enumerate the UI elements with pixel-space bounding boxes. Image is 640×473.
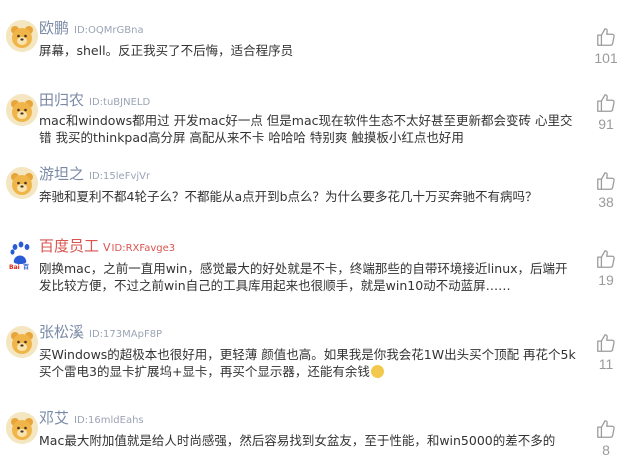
username[interactable]: 游坦之: [39, 165, 84, 183]
thumbs-up-icon[interactable]: [595, 418, 617, 440]
like-count: 11: [598, 356, 614, 372]
comment-text: 刚换mac，之前一直用win，感觉最大的好处就是不卡，终端那些的自带环境接近li…: [39, 261, 568, 293]
username[interactable]: 欧鹏: [39, 19, 69, 37]
like-button[interactable]: 101: [586, 26, 626, 66]
comment-header: 邓艾 ID:16mldEahs: [39, 408, 144, 428]
comment-item: 游坦之 ID:15leFvjVr 奔驰和夏利不都4轮子么？不都能从a点开到b点么？…: [0, 162, 640, 232]
thumbs-up-icon[interactable]: [595, 248, 617, 270]
bear-avatar-icon[interactable]: [6, 94, 38, 126]
comment-header: 百度员工 VID:RXFavge3: [39, 236, 175, 256]
comment-item: 田归农 ID:tuBJNELD mac和windows都用过 开发mac好一点 但…: [0, 82, 640, 162]
user-id: ID:15leFvjVr: [89, 171, 151, 182]
like-count: 101: [594, 50, 618, 66]
username[interactable]: 张松溪: [39, 323, 84, 341]
like-button[interactable]: 91: [586, 92, 626, 132]
smile-emoji-icon: [370, 365, 384, 378]
thumbs-up-icon[interactable]: [595, 170, 617, 192]
user-id: ID:173MApF8P: [89, 329, 163, 340]
user-id: ID:OQMrGBna: [74, 25, 144, 36]
user-id: ID:16mldEahs: [74, 415, 144, 426]
comment-text: Mac最大附加值就是给人时尚感强，然后容易找到女盆友，至于性能，和win5000…: [39, 433, 556, 448]
like-count: 38: [598, 194, 614, 210]
bear-avatar-icon[interactable]: [6, 326, 38, 358]
comment-item: 张松溪 ID:173MApF8P 买Windows的超极本也很好用，更轻薄 颜值也…: [0, 320, 640, 406]
user-id: ID:tuBJNELD: [89, 97, 151, 108]
comment-text-content: 买Windows的超极本也很好用，更轻薄 颜值也高。如果我是你我会花1W出头买个…: [39, 347, 576, 379]
bear-avatar-icon[interactable]: [6, 167, 38, 199]
bear-avatar-icon[interactable]: [6, 20, 38, 52]
like-button[interactable]: 19: [586, 248, 626, 288]
comment-header: 欧鹏 ID:OQMrGBna: [39, 18, 144, 38]
comment-item: 邓艾 ID:16mldEahs Mac最大附加值就是给人时尚感强，然后容易找到女盆…: [0, 406, 640, 473]
like-count: 19: [598, 272, 614, 288]
like-count: 91: [598, 116, 614, 132]
baidu-logo-icon[interactable]: Bai 百: [6, 238, 38, 270]
thumbs-up-icon[interactable]: [595, 92, 617, 114]
comment-text: 奔驰和夏利不都4轮子么？不都能从a点开到b点么？为什么要多花几十万买奔驰不有病吗…: [39, 189, 538, 204]
username[interactable]: 百度员工: [39, 237, 99, 255]
comment-header: 游坦之 ID:15leFvjVr: [39, 164, 150, 184]
username[interactable]: 邓艾: [39, 409, 69, 427]
svg-text:百: 百: [23, 263, 29, 270]
user-id: ID:RXFavge3: [111, 243, 176, 254]
comment-text: 屏幕，shell。反正我买了不后悔，适合程序员: [39, 43, 294, 58]
like-button[interactable]: 8: [586, 418, 626, 458]
username[interactable]: 田归农: [39, 91, 84, 109]
svg-text:Bai: Bai: [9, 264, 20, 270]
verified-badge-icon: V: [103, 241, 111, 254]
comment-item: Bai 百 百度员工 VID:RXFavge3 刚换mac，之前一直用win，感觉…: [0, 232, 640, 320]
comment-text: 买Windows的超极本也很好用，更轻薄 颜值也高。如果我是你我会花1W出头买个…: [39, 346, 579, 380]
bear-avatar-icon[interactable]: [6, 412, 38, 444]
comment-header: 张松溪 ID:173MApF8P: [39, 322, 162, 342]
thumbs-up-icon[interactable]: [595, 26, 617, 48]
like-count: 8: [602, 442, 610, 458]
like-button[interactable]: 38: [586, 170, 626, 210]
thumbs-up-icon[interactable]: [595, 332, 617, 354]
comment-text: mac和windows都用过 开发mac好一点 但是mac现在软件生态不太好甚至…: [39, 113, 573, 145]
comment-item: 欧鹏 ID:OQMrGBna 屏幕，shell。反正我买了不后悔，适合程序员 10…: [0, 0, 640, 82]
like-button[interactable]: 11: [586, 332, 626, 372]
comment-header: 田归农 ID:tuBJNELD: [39, 90, 150, 110]
